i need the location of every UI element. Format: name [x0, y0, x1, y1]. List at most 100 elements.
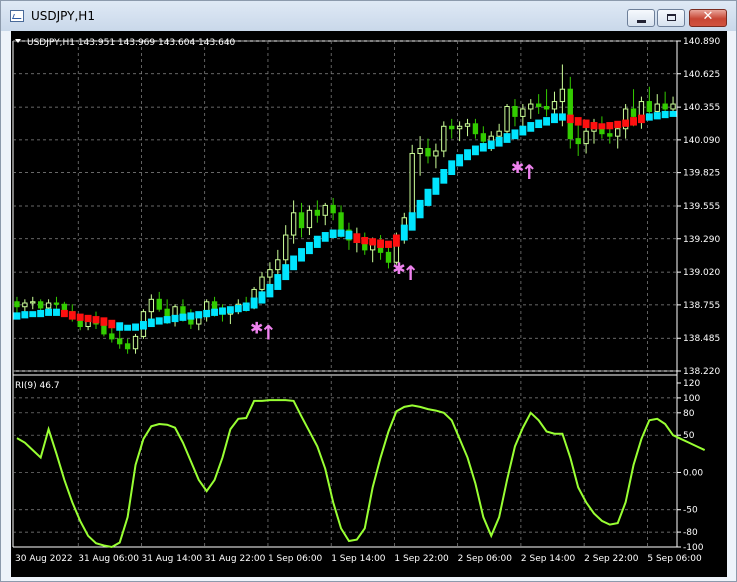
indicator-panel-header: RI(9) 46.7: [15, 381, 60, 391]
candle-body[interactable]: [607, 133, 613, 137]
trend-dot-down: [353, 233, 361, 243]
candle-body[interactable]: [109, 333, 115, 340]
candle-body[interactable]: [449, 125, 455, 130]
trend-dot-up: [543, 117, 551, 126]
indicator-panel[interactable]: [16, 399, 706, 549]
candle-body[interactable]: [37, 301, 44, 309]
candle-body[interactable]: [53, 302, 60, 305]
close-icon: ✕: [702, 9, 714, 24]
chart-area[interactable]: ✱ ↑ ✱ ↑ ✱ ↑ 30 Aug 2022 31 Aug 06:00 31 Aug 14:…: [11, 31, 727, 577]
candle-body[interactable]: [338, 212, 344, 231]
candle-body[interactable]: [425, 148, 431, 157]
candle-body[interactable]: [638, 101, 645, 117]
candle-body[interactable]: [417, 148, 423, 154]
candle-body[interactable]: [441, 125, 447, 152]
title-bar[interactable]: USDJPY,H1 ✕: [1, 1, 736, 31]
candle-body[interactable]: [306, 209, 313, 229]
trend-dot-up: [464, 149, 471, 161]
candle-body[interactable]: [559, 88, 566, 103]
indicator-tick-label: -50: [683, 506, 698, 516]
candle-body[interactable]: [148, 298, 155, 313]
trend-dot-up: [171, 314, 179, 323]
candle-body[interactable]: [528, 103, 534, 110]
price-tick-label: 140.890: [683, 37, 720, 47]
trend-dot-up: [147, 318, 155, 328]
trend-dot-up: [440, 169, 448, 184]
trend-dot-up: [298, 248, 305, 262]
candle-body[interactable]: [472, 123, 479, 135]
candle-body[interactable]: [575, 138, 581, 145]
candle-body[interactable]: [512, 106, 518, 117]
candle-body[interactable]: [322, 204, 328, 216]
trend-dot-up: [195, 311, 203, 319]
candle-body[interactable]: [662, 103, 668, 110]
indicator-tick-label: 50: [683, 431, 695, 441]
time-axis-label: 1 Sep 06:00: [268, 554, 323, 564]
candle-body[interactable]: [654, 103, 660, 112]
candle-body[interactable]: [132, 335, 139, 350]
candle-body[interactable]: [543, 106, 550, 110]
candle-body[interactable]: [409, 152, 415, 219]
trend-dot-down: [369, 238, 377, 246]
trend-dot-up: [234, 304, 242, 313]
candle-body[interactable]: [45, 302, 52, 309]
price-panel[interactable]: ✱↑✱↑✱↑: [13, 64, 677, 354]
trend-dot-up: [211, 308, 219, 316]
candle-body[interactable]: [298, 212, 305, 229]
candle-body[interactable]: [464, 123, 471, 127]
maximize-button[interactable]: [657, 9, 685, 27]
candle-body[interactable]: [480, 133, 487, 142]
candle-body[interactable]: [583, 130, 589, 145]
trend-dot-down: [598, 123, 606, 130]
time-axis-label: 30 Aug 2022: [15, 554, 73, 564]
candle-body[interactable]: [156, 298, 162, 310]
candle-body[interactable]: [385, 251, 392, 263]
candle-body[interactable]: [646, 101, 653, 112]
trend-dot-up: [242, 302, 250, 311]
buy-arrow-icon: ↑: [521, 160, 538, 184]
candle-body[interactable]: [433, 150, 439, 157]
candle-body[interactable]: [330, 204, 336, 214]
trend-dot-up: [155, 317, 163, 325]
candle-body[interactable]: [456, 125, 463, 130]
candle-body[interactable]: [488, 135, 494, 142]
candle-body[interactable]: [535, 103, 542, 108]
candle-body[interactable]: [520, 108, 526, 117]
axes: 30 Aug 2022 31 Aug 06:00 31 Aug 14:00 31 Au…: [15, 37, 720, 564]
candle-body[interactable]: [567, 88, 573, 140]
trend-dot-up: [116, 322, 124, 331]
candle-body[interactable]: [275, 259, 281, 271]
candle-body[interactable]: [630, 108, 637, 117]
candle-body[interactable]: [22, 302, 28, 308]
price-tick-label: 138.485: [683, 334, 720, 344]
chart-canvas[interactable]: ✱↑✱↑✱↑ 30 Aug 2022 31 Aug 06:00 31 Aug 14:…: [11, 31, 727, 577]
candle-body[interactable]: [615, 128, 621, 137]
candle-body[interactable]: [124, 343, 131, 350]
candle-body[interactable]: [283, 234, 289, 261]
trend-dot-down: [582, 119, 590, 129]
trend-dot-down: [92, 316, 100, 324]
candle-body[interactable]: [496, 130, 502, 137]
candle-body[interactable]: [267, 269, 273, 278]
minimize-button[interactable]: [627, 9, 655, 27]
grid: [12, 40, 678, 548]
price-tick-label: 139.825: [683, 169, 720, 179]
candle-body[interactable]: [551, 101, 558, 110]
candle-body[interactable]: [670, 103, 676, 110]
candle-body[interactable]: [504, 106, 510, 132]
ri-indicator-line[interactable]: [16, 399, 706, 549]
trend-dot-up: [345, 230, 353, 240]
trend-dot-up: [266, 283, 274, 298]
candle-body[interactable]: [314, 209, 321, 216]
trend-dot-up: [124, 324, 132, 331]
candle-body[interactable]: [14, 301, 20, 308]
trend-dot-up: [487, 140, 495, 150]
close-button[interactable]: ✕: [689, 9, 727, 27]
candle-body[interactable]: [30, 301, 36, 304]
price-tick-label: 139.290: [683, 235, 720, 245]
candle-body[interactable]: [259, 276, 265, 290]
candle-body[interactable]: [290, 212, 297, 236]
trend-dot-up: [250, 297, 258, 309]
candle-body[interactable]: [117, 338, 123, 345]
time-axis-label: 2 Sep 22:00: [584, 554, 639, 564]
